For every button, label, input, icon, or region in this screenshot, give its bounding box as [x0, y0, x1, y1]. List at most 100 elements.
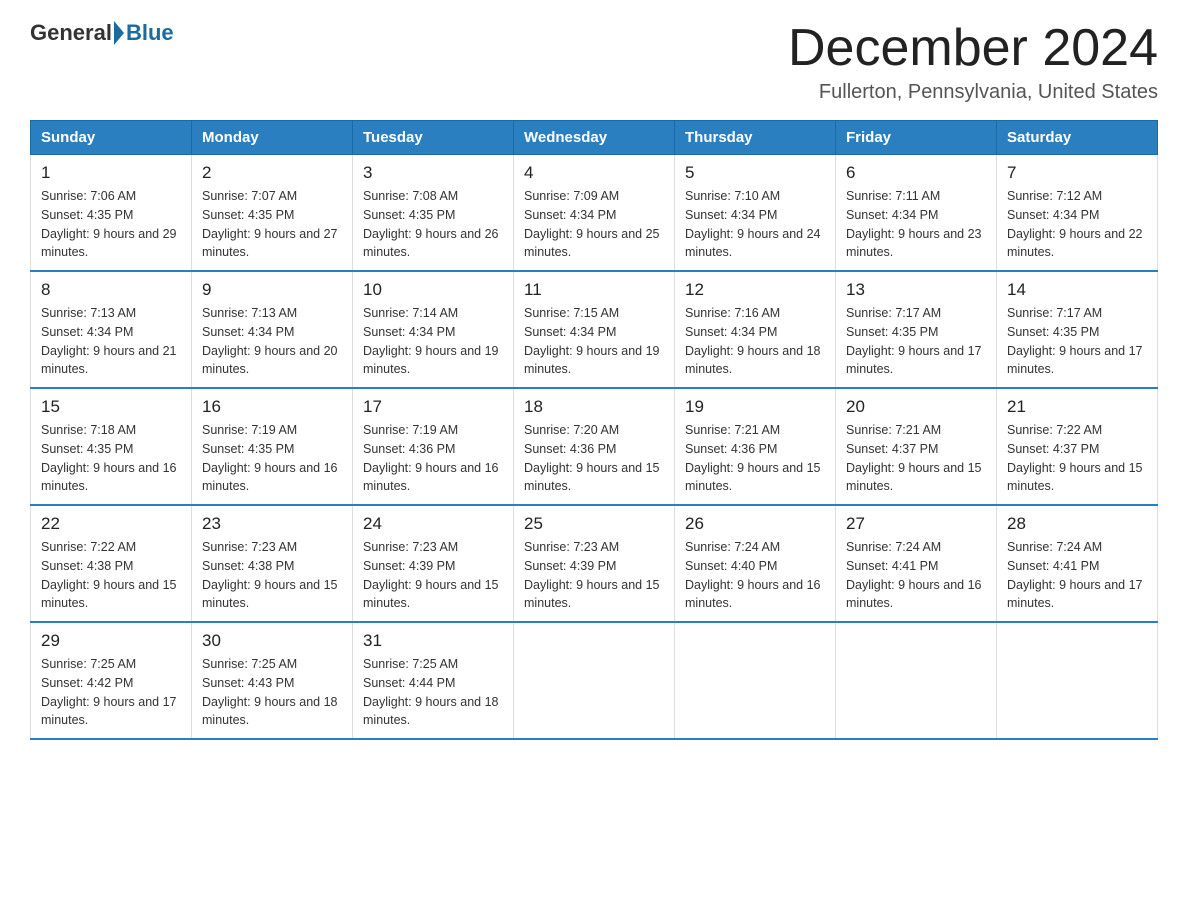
calendar-day-cell: 20 Sunrise: 7:21 AMSunset: 4:37 PMDaylig…	[836, 388, 997, 505]
day-number: 4	[524, 163, 664, 183]
day-number: 12	[685, 280, 825, 300]
day-info: Sunrise: 7:12 AMSunset: 4:34 PMDaylight:…	[1007, 189, 1143, 259]
day-info: Sunrise: 7:13 AMSunset: 4:34 PMDaylight:…	[41, 306, 177, 376]
day-number: 15	[41, 397, 181, 417]
day-info: Sunrise: 7:25 AMSunset: 4:44 PMDaylight:…	[363, 657, 499, 727]
calendar-day-cell: 9 Sunrise: 7:13 AMSunset: 4:34 PMDayligh…	[192, 271, 353, 388]
calendar-day-cell: 13 Sunrise: 7:17 AMSunset: 4:35 PMDaylig…	[836, 271, 997, 388]
title-area: December 2024 Fullerton, Pennsylvania, U…	[788, 20, 1158, 104]
day-number: 9	[202, 280, 342, 300]
day-of-week-header: Thursday	[675, 121, 836, 155]
day-number: 30	[202, 631, 342, 651]
day-info: Sunrise: 7:08 AMSunset: 4:35 PMDaylight:…	[363, 189, 499, 259]
day-number: 26	[685, 514, 825, 534]
day-number: 8	[41, 280, 181, 300]
day-info: Sunrise: 7:17 AMSunset: 4:35 PMDaylight:…	[1007, 306, 1143, 376]
calendar-day-cell: 2 Sunrise: 7:07 AMSunset: 4:35 PMDayligh…	[192, 155, 353, 272]
day-number: 21	[1007, 397, 1147, 417]
day-of-week-header: Monday	[192, 121, 353, 155]
day-info: Sunrise: 7:21 AMSunset: 4:37 PMDaylight:…	[846, 423, 982, 493]
calendar-day-cell: 18 Sunrise: 7:20 AMSunset: 4:36 PMDaylig…	[514, 388, 675, 505]
calendar-day-cell	[997, 622, 1158, 739]
logo: General Blue	[30, 20, 174, 46]
day-info: Sunrise: 7:23 AMSunset: 4:38 PMDaylight:…	[202, 540, 338, 610]
calendar-table: SundayMondayTuesdayWednesdayThursdayFrid…	[30, 120, 1158, 740]
location-subtitle: Fullerton, Pennsylvania, United States	[788, 81, 1158, 104]
day-info: Sunrise: 7:09 AMSunset: 4:34 PMDaylight:…	[524, 189, 660, 259]
day-of-week-header: Wednesday	[514, 121, 675, 155]
month-title: December 2024	[788, 20, 1158, 77]
day-number: 1	[41, 163, 181, 183]
logo-general-text: General	[30, 20, 112, 46]
day-info: Sunrise: 7:23 AMSunset: 4:39 PMDaylight:…	[524, 540, 660, 610]
day-number: 29	[41, 631, 181, 651]
day-info: Sunrise: 7:24 AMSunset: 4:41 PMDaylight:…	[846, 540, 982, 610]
calendar-day-cell: 30 Sunrise: 7:25 AMSunset: 4:43 PMDaylig…	[192, 622, 353, 739]
day-number: 31	[363, 631, 503, 651]
day-info: Sunrise: 7:17 AMSunset: 4:35 PMDaylight:…	[846, 306, 982, 376]
day-number: 27	[846, 514, 986, 534]
calendar-day-cell: 10 Sunrise: 7:14 AMSunset: 4:34 PMDaylig…	[353, 271, 514, 388]
day-info: Sunrise: 7:07 AMSunset: 4:35 PMDaylight:…	[202, 189, 338, 259]
day-info: Sunrise: 7:23 AMSunset: 4:39 PMDaylight:…	[363, 540, 499, 610]
day-number: 16	[202, 397, 342, 417]
calendar-day-cell: 8 Sunrise: 7:13 AMSunset: 4:34 PMDayligh…	[31, 271, 192, 388]
calendar-day-cell: 11 Sunrise: 7:15 AMSunset: 4:34 PMDaylig…	[514, 271, 675, 388]
day-number: 17	[363, 397, 503, 417]
calendar-day-cell: 14 Sunrise: 7:17 AMSunset: 4:35 PMDaylig…	[997, 271, 1158, 388]
logo-arrow-icon	[114, 21, 124, 45]
day-info: Sunrise: 7:21 AMSunset: 4:36 PMDaylight:…	[685, 423, 821, 493]
calendar-day-cell: 21 Sunrise: 7:22 AMSunset: 4:37 PMDaylig…	[997, 388, 1158, 505]
day-info: Sunrise: 7:25 AMSunset: 4:42 PMDaylight:…	[41, 657, 177, 727]
day-number: 13	[846, 280, 986, 300]
day-number: 20	[846, 397, 986, 417]
calendar-day-cell: 22 Sunrise: 7:22 AMSunset: 4:38 PMDaylig…	[31, 505, 192, 622]
day-info: Sunrise: 7:22 AMSunset: 4:38 PMDaylight:…	[41, 540, 177, 610]
calendar-day-cell: 12 Sunrise: 7:16 AMSunset: 4:34 PMDaylig…	[675, 271, 836, 388]
day-info: Sunrise: 7:19 AMSunset: 4:36 PMDaylight:…	[363, 423, 499, 493]
day-number: 14	[1007, 280, 1147, 300]
calendar-day-cell: 27 Sunrise: 7:24 AMSunset: 4:41 PMDaylig…	[836, 505, 997, 622]
calendar-day-cell: 7 Sunrise: 7:12 AMSunset: 4:34 PMDayligh…	[997, 155, 1158, 272]
day-number: 24	[363, 514, 503, 534]
calendar-day-cell: 4 Sunrise: 7:09 AMSunset: 4:34 PMDayligh…	[514, 155, 675, 272]
calendar-day-cell: 31 Sunrise: 7:25 AMSunset: 4:44 PMDaylig…	[353, 622, 514, 739]
day-of-week-header: Tuesday	[353, 121, 514, 155]
calendar-day-cell: 26 Sunrise: 7:24 AMSunset: 4:40 PMDaylig…	[675, 505, 836, 622]
day-number: 10	[363, 280, 503, 300]
calendar-day-cell: 5 Sunrise: 7:10 AMSunset: 4:34 PMDayligh…	[675, 155, 836, 272]
calendar-day-cell: 23 Sunrise: 7:23 AMSunset: 4:38 PMDaylig…	[192, 505, 353, 622]
calendar-day-cell: 16 Sunrise: 7:19 AMSunset: 4:35 PMDaylig…	[192, 388, 353, 505]
day-info: Sunrise: 7:14 AMSunset: 4:34 PMDaylight:…	[363, 306, 499, 376]
calendar-day-cell: 29 Sunrise: 7:25 AMSunset: 4:42 PMDaylig…	[31, 622, 192, 739]
day-number: 3	[363, 163, 503, 183]
calendar-week-row: 15 Sunrise: 7:18 AMSunset: 4:35 PMDaylig…	[31, 388, 1158, 505]
calendar-week-row: 29 Sunrise: 7:25 AMSunset: 4:42 PMDaylig…	[31, 622, 1158, 739]
day-number: 28	[1007, 514, 1147, 534]
calendar-day-cell: 6 Sunrise: 7:11 AMSunset: 4:34 PMDayligh…	[836, 155, 997, 272]
calendar-day-cell: 1 Sunrise: 7:06 AMSunset: 4:35 PMDayligh…	[31, 155, 192, 272]
day-number: 23	[202, 514, 342, 534]
calendar-week-row: 8 Sunrise: 7:13 AMSunset: 4:34 PMDayligh…	[31, 271, 1158, 388]
calendar-day-cell: 19 Sunrise: 7:21 AMSunset: 4:36 PMDaylig…	[675, 388, 836, 505]
day-info: Sunrise: 7:24 AMSunset: 4:41 PMDaylight:…	[1007, 540, 1143, 610]
day-info: Sunrise: 7:13 AMSunset: 4:34 PMDaylight:…	[202, 306, 338, 376]
day-number: 11	[524, 280, 664, 300]
calendar-day-cell	[675, 622, 836, 739]
day-info: Sunrise: 7:22 AMSunset: 4:37 PMDaylight:…	[1007, 423, 1143, 493]
day-info: Sunrise: 7:06 AMSunset: 4:35 PMDaylight:…	[41, 189, 177, 259]
day-number: 22	[41, 514, 181, 534]
logo-blue-text: Blue	[126, 20, 174, 46]
day-info: Sunrise: 7:24 AMSunset: 4:40 PMDaylight:…	[685, 540, 821, 610]
day-info: Sunrise: 7:16 AMSunset: 4:34 PMDaylight:…	[685, 306, 821, 376]
day-number: 5	[685, 163, 825, 183]
day-info: Sunrise: 7:18 AMSunset: 4:35 PMDaylight:…	[41, 423, 177, 493]
calendar-day-cell: 25 Sunrise: 7:23 AMSunset: 4:39 PMDaylig…	[514, 505, 675, 622]
calendar-day-cell	[514, 622, 675, 739]
day-of-week-header: Sunday	[31, 121, 192, 155]
calendar-day-cell: 28 Sunrise: 7:24 AMSunset: 4:41 PMDaylig…	[997, 505, 1158, 622]
day-number: 25	[524, 514, 664, 534]
day-info: Sunrise: 7:11 AMSunset: 4:34 PMDaylight:…	[846, 189, 982, 259]
calendar-day-cell: 24 Sunrise: 7:23 AMSunset: 4:39 PMDaylig…	[353, 505, 514, 622]
day-number: 7	[1007, 163, 1147, 183]
